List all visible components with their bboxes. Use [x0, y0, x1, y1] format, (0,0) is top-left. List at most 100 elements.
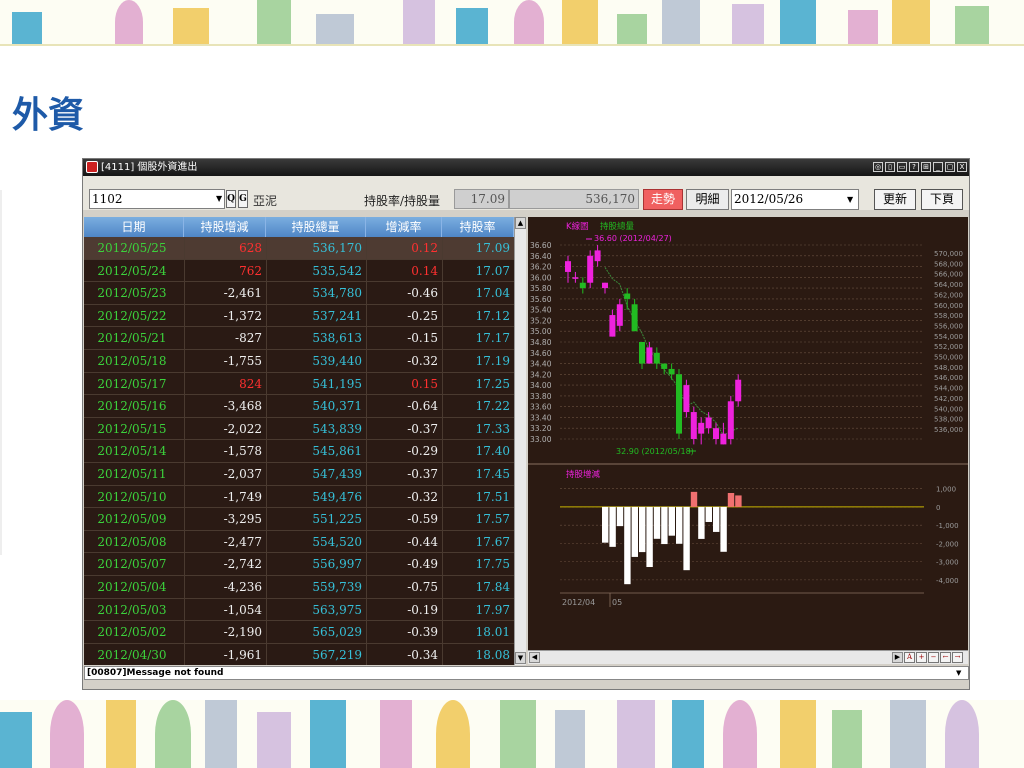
- help-icon[interactable]: ?: [909, 162, 919, 172]
- refresh-button[interactable]: 更新: [874, 189, 916, 210]
- toolbar: 1102 ▼ Q G 亞泥 持股率/持股量 17.09 536,170 走勢 明…: [83, 176, 969, 210]
- price-tick-label: 33.00: [530, 435, 552, 444]
- detail-button[interactable]: 明細: [686, 189, 729, 210]
- table-row[interactable]: 2012/05/21 -827 538,613 -0.15 17.17: [84, 327, 514, 350]
- cell-date: 2012/05/16: [97, 399, 167, 414]
- cell-date: 2012/05/18: [97, 354, 167, 368]
- column-header-total[interactable]: 持股總量: [266, 217, 366, 237]
- candle-body: [639, 342, 645, 364]
- price-tick-label: 36.40: [530, 252, 552, 261]
- table-row[interactable]: 2012/05/22 -1,372 537,241 -0.25 17.12: [84, 305, 514, 328]
- table-row[interactable]: 2012/05/16 -3,468 540,371 -0.64 17.22: [84, 395, 514, 418]
- query-button[interactable]: Q: [226, 190, 236, 208]
- arrow-left-icon[interactable]: ←: [940, 652, 951, 663]
- table-row[interactable]: 2012/05/09 -3,295 551,225 -0.59 17.57: [84, 508, 514, 531]
- table-row[interactable]: 2012/05/03 -1,054 563,975 -0.19 17.97: [84, 599, 514, 622]
- scroll-down-icon[interactable]: ▼: [515, 652, 526, 664]
- cell-change: -1,961: [223, 647, 262, 662]
- cell-total: 535,542: [312, 263, 362, 278]
- cell-total: 538,613: [312, 331, 362, 346]
- table-row[interactable]: 2012/05/04 -4,236 559,739 -0.75 17.84: [84, 576, 514, 599]
- window-ctl-icon[interactable]: ▯: [885, 162, 895, 172]
- price-tick-label: 36.00: [530, 273, 552, 282]
- candle-body: [594, 250, 601, 262]
- decorative-shape: [456, 8, 488, 44]
- next-page-button[interactable]: 下頁: [921, 189, 963, 210]
- close-icon[interactable]: X: [957, 162, 967, 172]
- cell-change: -4,236: [223, 580, 262, 594]
- column-header-change[interactable]: 持股增減: [184, 217, 266, 237]
- scroll-up-icon[interactable]: ▲: [515, 217, 526, 229]
- table-row[interactable]: 2012/05/11 -2,037 547,439 -0.37 17.45: [84, 463, 514, 486]
- chevron-down-icon[interactable]: ▼: [216, 190, 224, 208]
- candle-body: [705, 417, 712, 429]
- column-divider: [184, 237, 185, 665]
- date-input[interactable]: 2012/05/26: [731, 189, 859, 210]
- column-header-date[interactable]: 日期: [84, 217, 184, 237]
- window-ctl-icon[interactable]: ◎: [873, 162, 883, 172]
- table-row[interactable]: 2012/05/25 628 536,170 0.12 17.09: [84, 237, 514, 260]
- vertical-scrollbar[interactable]: ▲ ▼: [514, 217, 526, 665]
- cell-total: 556,997: [312, 557, 362, 572]
- candle-body: [690, 412, 697, 439]
- scroll-right-icon[interactable]: ▶: [892, 652, 903, 663]
- cell-holding: 17.19: [475, 354, 510, 368]
- legend-kline: K線圖: [566, 221, 589, 232]
- decorative-shape: [106, 700, 136, 768]
- holding-rate-value: 17.09: [454, 189, 509, 209]
- table-row[interactable]: 2012/05/18 -1,755 539,440 -0.32 17.19: [84, 350, 514, 373]
- table-row[interactable]: 2012/04/30 -1,961 567,219 -0.34 18.08: [84, 644, 514, 665]
- change-tick-label: -3,000: [936, 559, 959, 567]
- window-titlebar[interactable]: [4111] 個股外資進出 ◎ ▯ ▭ ? ⊞ _ ▢ X: [83, 159, 969, 176]
- column-header-holding[interactable]: 持股率: [442, 217, 514, 237]
- chevron-down-icon[interactable]: ▼: [956, 667, 966, 679]
- table-row[interactable]: 2012/05/23 -2,461 534,780 -0.46 17.04: [84, 282, 514, 305]
- table-row[interactable]: 2012/05/07 -2,742 556,997 -0.49 17.75: [84, 553, 514, 576]
- decorative-shape: [945, 700, 979, 768]
- minimize-icon[interactable]: _: [933, 162, 943, 172]
- arrow-right-icon[interactable]: →: [952, 652, 963, 663]
- chevron-down-icon[interactable]: ▼: [847, 190, 857, 209]
- decorative-shape: [115, 0, 143, 44]
- holding-tick-label: 560,000: [934, 302, 963, 310]
- maximize-icon[interactable]: ▢: [945, 162, 955, 172]
- status-message: [00807]Message not found: [87, 668, 224, 678]
- table-row[interactable]: 2012/05/17 824 541,195 0.15 17.25: [84, 373, 514, 396]
- candle-body: [646, 347, 653, 364]
- zoom-out-icon[interactable]: −: [928, 652, 939, 663]
- column-header-rate[interactable]: 增減率: [366, 217, 442, 237]
- cell-date: 2012/04/30: [97, 647, 167, 662]
- holding-tick-label: 550,000: [934, 354, 963, 362]
- table-row[interactable]: 2012/05/14 -1,578 545,861 -0.29 17.40: [84, 440, 514, 463]
- g-button[interactable]: G: [238, 190, 248, 208]
- draw-tool-icon[interactable]: A: [904, 652, 915, 663]
- table-row[interactable]: 2012/05/08 -2,477 554,520 -0.44 17.67: [84, 531, 514, 554]
- table-row[interactable]: 2012/05/02 -2,190 565,029 -0.39 18.01: [84, 621, 514, 644]
- zoom-in-icon[interactable]: +: [916, 652, 927, 663]
- decorative-shape: [848, 10, 878, 44]
- horizontal-scrollbar[interactable]: ◀ ▶ A + − ← →: [528, 650, 968, 664]
- stock-code-input[interactable]: 1102: [89, 189, 225, 209]
- app-icon: [86, 161, 98, 173]
- cell-change: -1,749: [223, 489, 262, 504]
- table-row[interactable]: 2012/05/10 -1,749 549,476 -0.32 17.51: [84, 486, 514, 509]
- holding-tick-label: 538,000: [934, 416, 963, 424]
- cell-date: 2012/05/17: [97, 376, 167, 391]
- window-ctl-icon[interactable]: ⊞: [921, 162, 931, 172]
- decorative-shape: [732, 4, 764, 44]
- price-tick-label: 34.60: [530, 349, 552, 358]
- holding-tick-label: 542,000: [934, 395, 963, 403]
- cell-holding: 17.09: [475, 241, 510, 255]
- cell-change: -1,372: [223, 308, 262, 323]
- table-row[interactable]: 2012/05/24 762 535,542 0.14 17.07: [84, 260, 514, 283]
- scroll-left-icon[interactable]: ◀: [529, 652, 540, 663]
- holding-tick-label: 548,000: [934, 364, 963, 372]
- legend-holding: 持股總量: [600, 221, 635, 232]
- table-row[interactable]: 2012/05/15 -2,022 543,839 -0.37 17.33: [84, 418, 514, 441]
- window-title: [4111] 個股外資進出: [101, 162, 198, 173]
- cell-change: -1,755: [223, 354, 262, 368]
- window-ctl-icon[interactable]: ▭: [897, 162, 907, 172]
- cell-holding: 17.07: [475, 263, 510, 278]
- trend-button[interactable]: 走勢: [643, 189, 683, 210]
- cell-holding: 17.40: [475, 444, 510, 459]
